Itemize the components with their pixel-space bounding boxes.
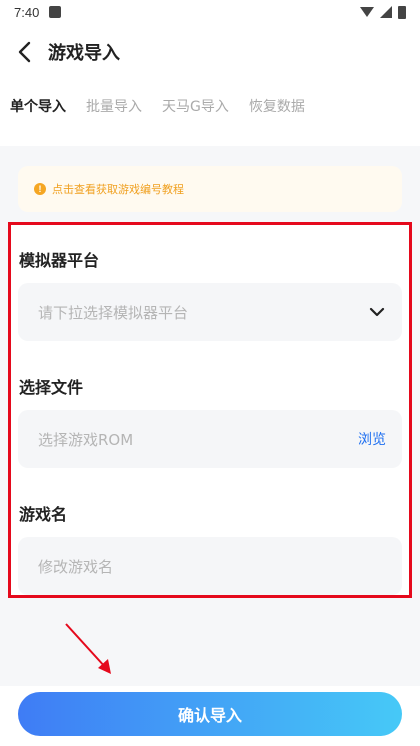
tab-restore-data[interactable]: 恢复数据 [249, 96, 305, 116]
chevron-down-icon [368, 303, 386, 321]
platform-placeholder: 请下拉选择模拟器平台 [38, 303, 189, 322]
game-name-input[interactable]: 修改游戏名 [18, 537, 402, 595]
battery-icon [398, 5, 406, 19]
tab-single-import[interactable]: 单个导入 [10, 96, 66, 116]
annotation-arrow-icon [65, 623, 111, 674]
file-picker[interactable]: 选择游戏ROM 浏览 [18, 410, 402, 468]
tutorial-notice[interactable]: ! 点击查看获取游戏编号教程 [18, 166, 402, 212]
wifi-icon [360, 7, 374, 17]
info-icon: ! [34, 183, 46, 195]
signal-icon [380, 6, 392, 18]
status-bar: 7:40 [0, 0, 420, 24]
status-time: 7:40 [14, 4, 40, 20]
status-icons [360, 5, 406, 19]
tab-batch-import[interactable]: 批量导入 [86, 96, 142, 116]
confirm-import-button[interactable]: 确认导入 [18, 692, 402, 736]
browse-button[interactable]: 浏览 [358, 429, 386, 449]
page-title: 游戏导入 [48, 43, 120, 64]
tab-tianma-g-import[interactable]: 天马G导入 [162, 96, 229, 116]
platform-select[interactable]: 请下拉选择模拟器平台 [18, 283, 402, 341]
platform-label: 模拟器平台 [19, 251, 100, 270]
file-label: 选择文件 [19, 378, 84, 397]
tab-bar: 单个导入 批量导入 天马G导入 恢复数据 [0, 90, 420, 122]
back-arrow-icon[interactable] [12, 40, 36, 64]
game-name-label: 游戏名 [19, 505, 68, 524]
notification-icon [49, 6, 62, 18]
game-name-placeholder: 修改游戏名 [38, 557, 114, 576]
notice-text: 点击查看获取游戏编号教程 [52, 183, 184, 196]
file-placeholder: 选择游戏ROM [38, 430, 134, 449]
header: 游戏导入 [0, 30, 420, 74]
import-form: 模拟器平台 请下拉选择模拟器平台 选择文件 选择游戏ROM 浏览 游戏名 修改游… [8, 222, 412, 598]
